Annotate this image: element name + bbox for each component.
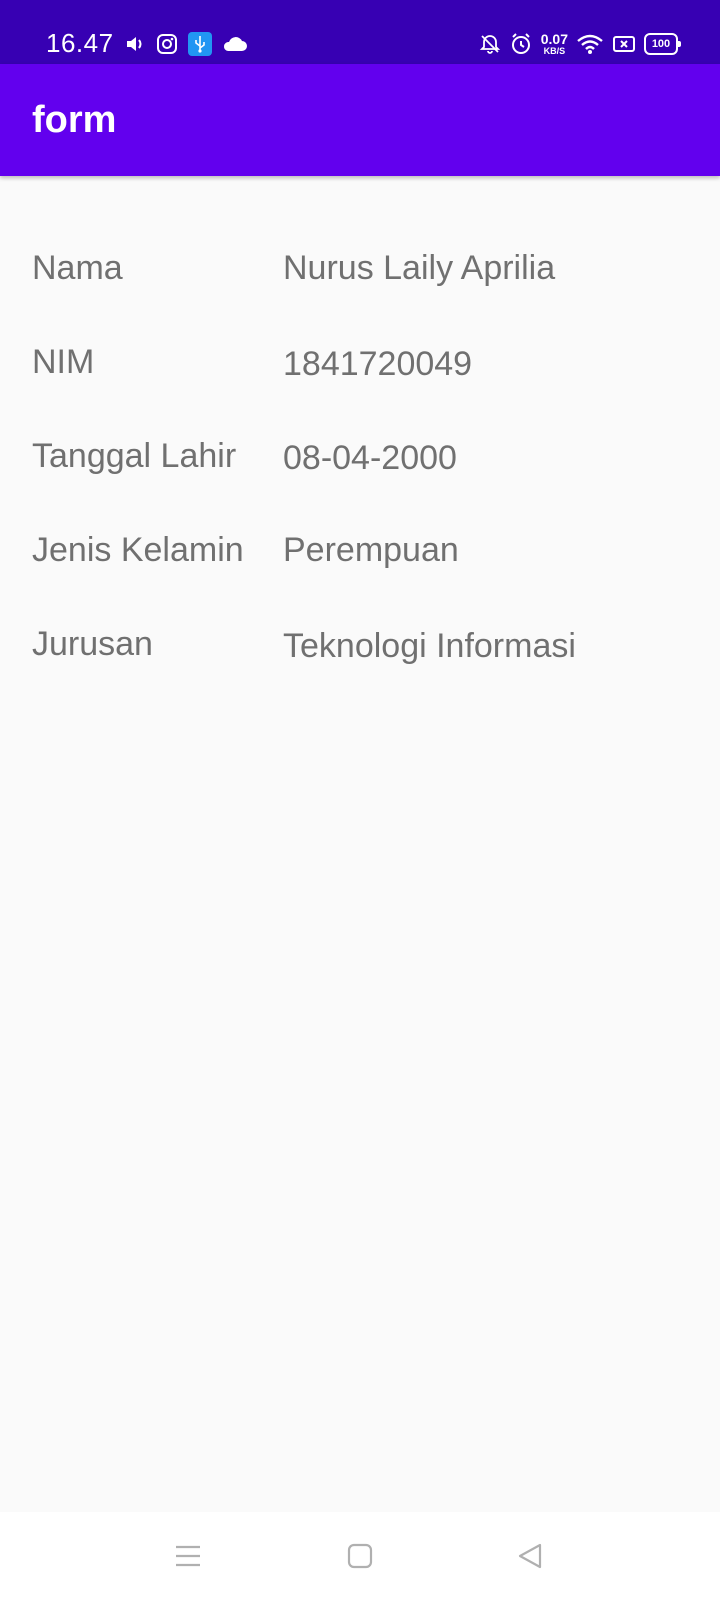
status-icons-left	[124, 28, 248, 60]
form-value: Nurus Laily Aprilia	[283, 249, 556, 287]
form-row-jenis-kelamin: Jenis Kelamin Perempuan	[0, 530, 720, 590]
screen: 16.47 0.07 KB/S 100 form Nama Nurus Lail…	[0, 0, 720, 1600]
home-icon	[347, 1543, 373, 1569]
instagram-icon	[156, 33, 178, 55]
volume-icon	[124, 33, 146, 55]
status-icons-right: 0.07 KB/S 100	[479, 28, 681, 60]
form-label: Nama	[32, 249, 123, 287]
menu-button[interactable]	[164, 1532, 212, 1580]
form-value: 08-04-2000	[283, 439, 457, 477]
form-value: Perempuan	[283, 531, 459, 569]
battery-icon: 100	[644, 33, 681, 55]
form-row-nim: NIM 1841720049	[0, 342, 720, 402]
app-title: form	[32, 99, 117, 141]
usb-icon	[188, 32, 212, 56]
alarm-icon	[509, 32, 533, 56]
sim-icon	[612, 34, 636, 54]
form-value: 1841720049	[283, 345, 473, 383]
cloud-icon	[222, 34, 248, 54]
back-button[interactable]	[506, 1532, 554, 1580]
form-label: Tanggal Lahir	[32, 437, 237, 475]
net-speed: 0.07 KB/S	[541, 32, 568, 56]
battery-level: 100	[651, 38, 671, 50]
home-button[interactable]	[336, 1532, 384, 1580]
form-label: NIM	[32, 343, 95, 381]
form-row-jurusan: Jurusan Teknologi Informasi	[0, 624, 720, 684]
net-speed-unit: KB/S	[543, 46, 566, 56]
form-label: Jenis Kelamin	[32, 531, 244, 569]
form-row-tanggal-lahir: Tanggal Lahir 08-04-2000	[0, 436, 720, 496]
form-label: Jurusan	[32, 625, 153, 663]
form-row-nama: Nama Nurus Laily Aprilia	[0, 248, 720, 308]
app-bar: form	[0, 64, 720, 176]
wifi-icon	[576, 33, 604, 55]
net-speed-value: 0.07	[540, 31, 568, 47]
bell-off-icon	[479, 33, 501, 55]
status-time: 16.47	[46, 28, 114, 58]
back-icon	[516, 1542, 544, 1570]
status-bar: 16.47 0.07 KB/S 100	[0, 0, 720, 64]
form-value: Teknologi Informasi	[283, 627, 576, 665]
navigation-bar	[0, 1512, 720, 1600]
menu-icon	[174, 1543, 202, 1569]
